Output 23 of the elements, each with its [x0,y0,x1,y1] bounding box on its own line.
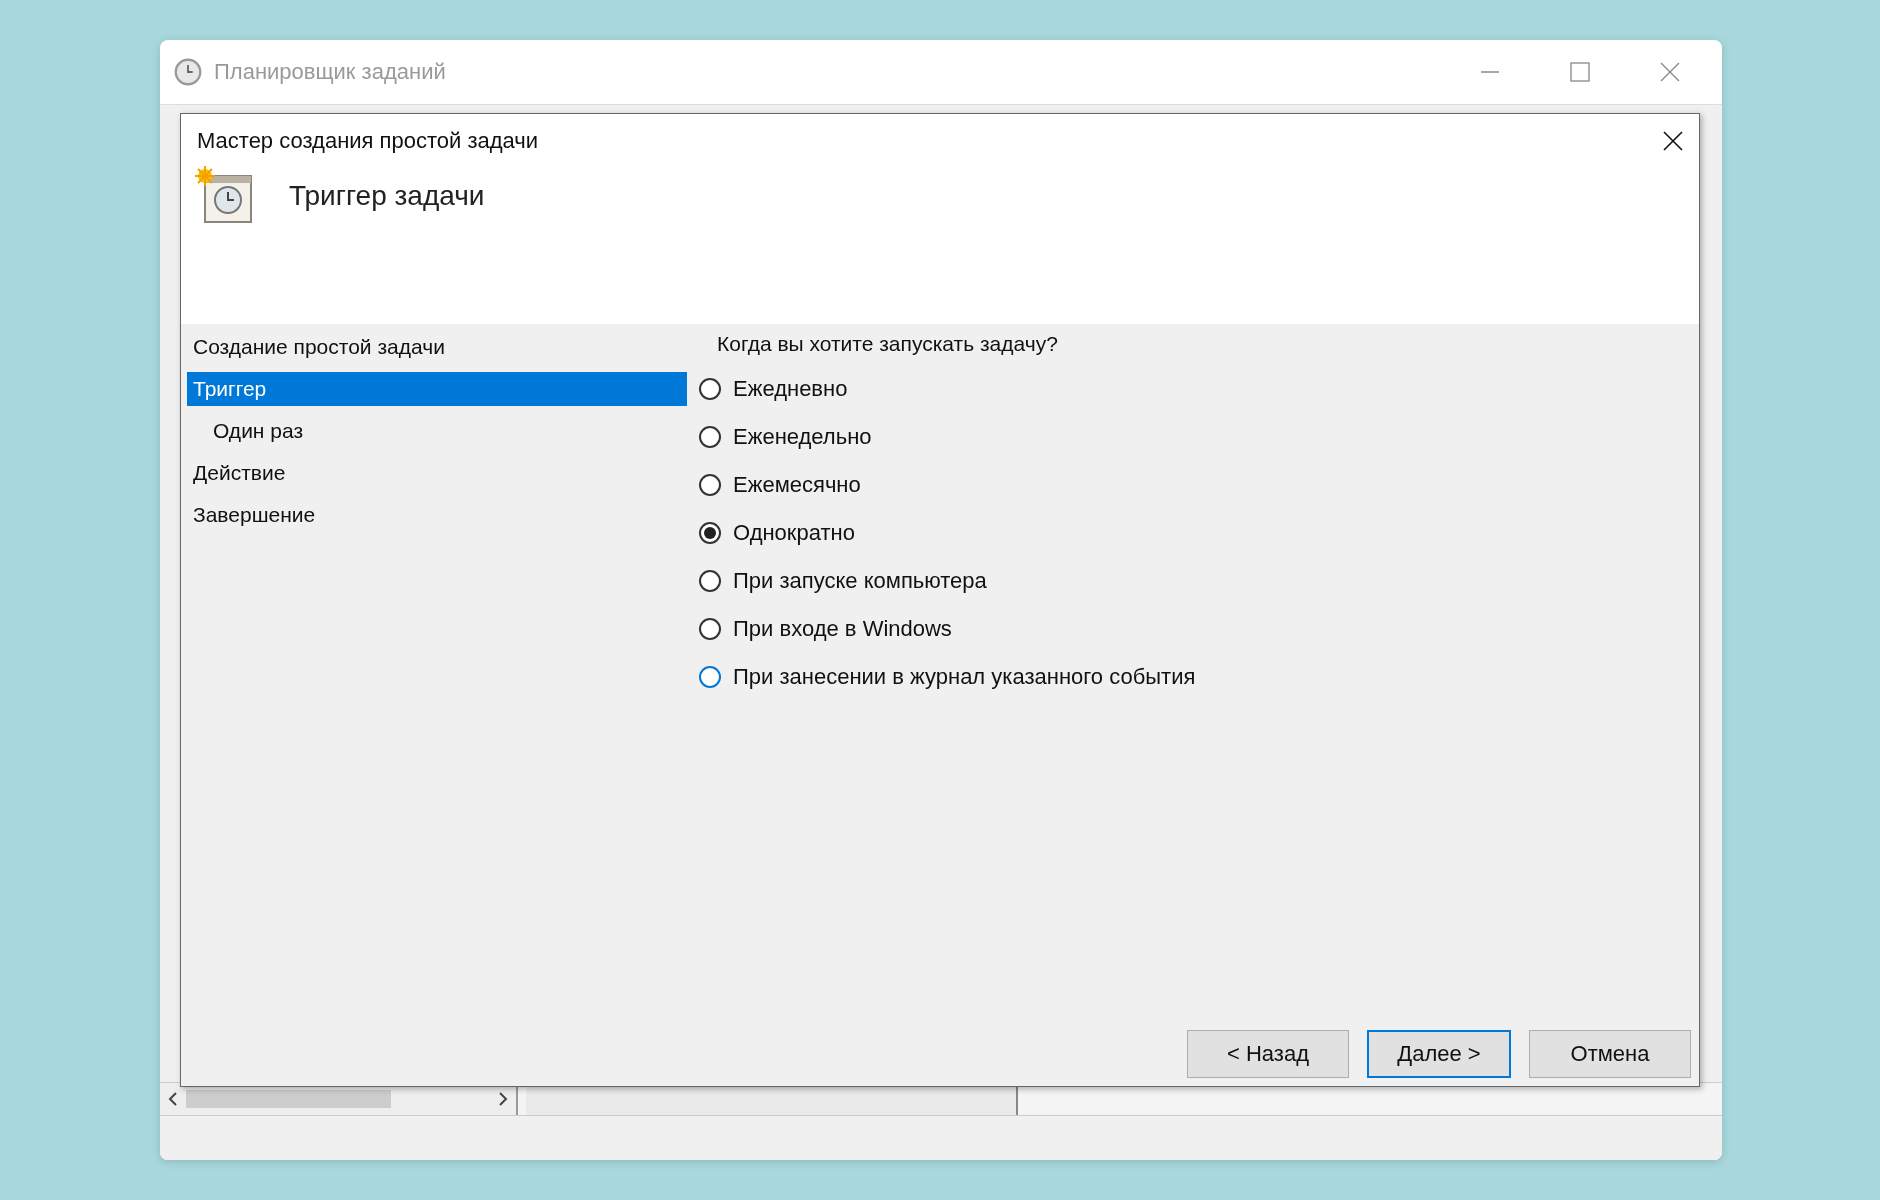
scrollbar-thumb[interactable] [186,1090,391,1108]
dialog-title: Мастер создания простой задачи [197,128,539,154]
window-title: Планировщик заданий [214,59,446,85]
radio-option[interactable]: Ежедневно [699,376,1699,402]
wizard-button[interactable]: < Назад [1187,1030,1349,1078]
radio-option[interactable]: Ежемесячно [699,472,1699,498]
radio-option[interactable]: При занесении в журнал указанного события [699,664,1699,690]
step-item[interactable]: Триггер [187,372,687,406]
step-item[interactable]: Завершение [187,498,687,532]
radio-option[interactable]: При запуске компьютера [699,568,1699,594]
question-label: Когда вы хотите запускать задачу? [717,332,1059,356]
page-heading: Триггер задачи [289,180,485,212]
wizard-button[interactable]: Далее > [1367,1030,1511,1078]
step-item[interactable]: Один раз [187,414,687,448]
radio-option[interactable]: Однократно [699,520,1699,546]
step-item[interactable]: Создание простой задачи [187,330,687,364]
radio-option[interactable]: Еженедельно [699,424,1699,450]
close-icon[interactable] [1663,131,1683,151]
radio-option[interactable]: При входе в Windows [699,616,1699,642]
step-item[interactable]: Действие [187,456,687,490]
calendar-clock-icon [195,166,255,226]
clock-icon [174,58,202,86]
wizard-button[interactable]: Отмена [1529,1030,1691,1078]
